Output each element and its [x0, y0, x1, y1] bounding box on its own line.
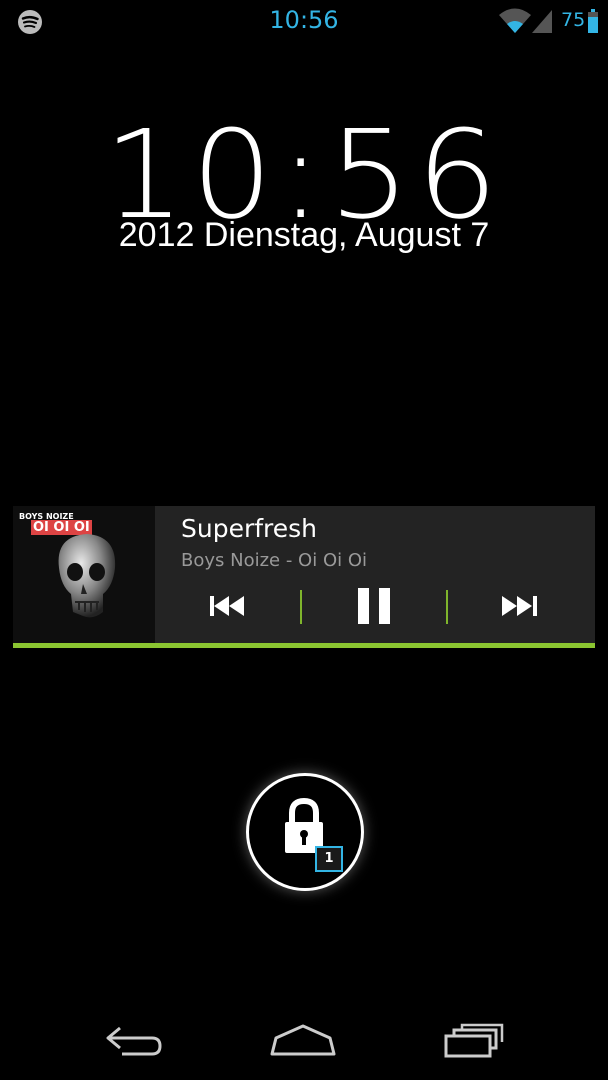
- notification-badge: 1: [315, 846, 343, 872]
- lockscreen-date: 2012 Dienstag, August 7: [118, 216, 490, 254]
- previous-button[interactable]: [193, 584, 263, 628]
- music-widget: BOYS NOIZE OI OI OI Superfresh Boys Noiz…: [13, 506, 595, 643]
- skull-artwork: [58, 534, 116, 618]
- next-icon: [502, 596, 537, 616]
- previous-icon: [210, 596, 244, 616]
- back-icon[interactable]: [100, 1022, 164, 1058]
- recent-apps-icon[interactable]: [442, 1022, 506, 1058]
- wifi-icon: [499, 8, 531, 33]
- next-button[interactable]: [485, 584, 555, 628]
- control-divider: [446, 590, 448, 624]
- pause-icon: [358, 588, 390, 624]
- home-icon[interactable]: [268, 1022, 338, 1058]
- album-art[interactable]: BOYS NOIZE OI OI OI: [13, 506, 155, 643]
- battery-percent: 75: [561, 9, 586, 31]
- navigation-bar: [0, 1000, 608, 1080]
- pause-button[interactable]: [339, 584, 409, 628]
- signal-icon: [532, 10, 552, 33]
- track-artist: Boys Noize - Oi Oi Oi: [181, 550, 368, 571]
- control-divider: [300, 590, 302, 624]
- battery-icon: [588, 9, 598, 33]
- track-title: Superfresh: [181, 514, 318, 543]
- status-bar: 10:56 75: [0, 0, 608, 44]
- music-progress-bar: [13, 643, 595, 648]
